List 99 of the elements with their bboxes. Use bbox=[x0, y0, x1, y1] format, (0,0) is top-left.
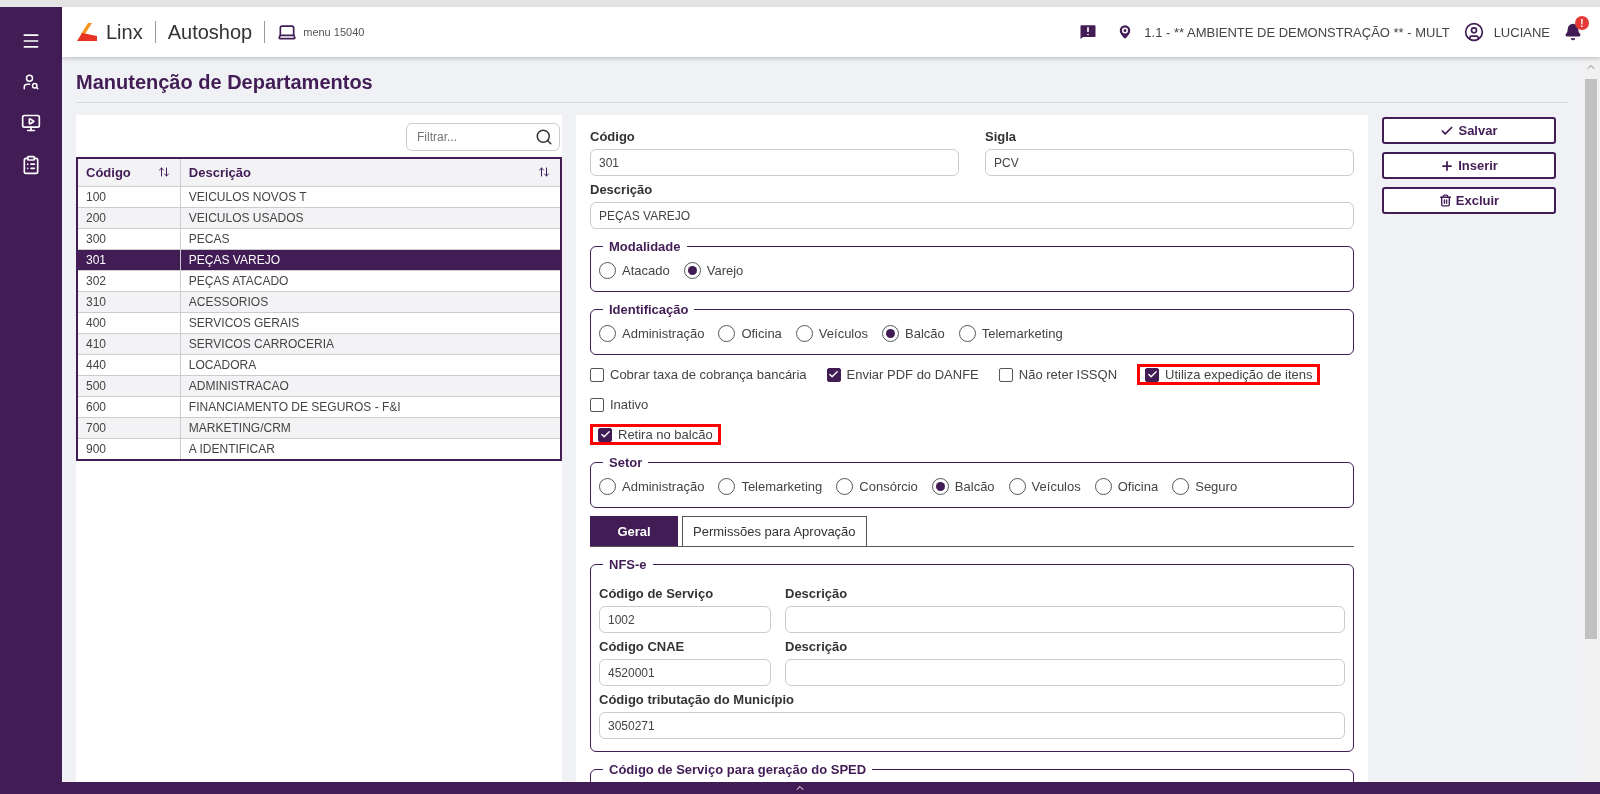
column-header[interactable]: Descrição bbox=[180, 158, 561, 187]
table-cell: 301 bbox=[77, 249, 181, 271]
table-row[interactable]: 500 ADMINISTRACAO bbox=[77, 375, 561, 397]
field-label: Código CNAE bbox=[599, 639, 686, 654]
table-cell: 310 bbox=[77, 291, 181, 313]
radio-option[interactable]: Oficina bbox=[718, 325, 782, 342]
scroll-thumb[interactable] bbox=[1585, 79, 1597, 639]
checkbox[interactable] bbox=[826, 367, 841, 382]
radio-option[interactable]: Atacado bbox=[599, 262, 670, 279]
group-legend: Código de Serviço para geração do SPED bbox=[603, 762, 873, 777]
checkbox[interactable] bbox=[590, 397, 604, 412]
radio-option[interactable]: Telemarketing bbox=[718, 478, 823, 495]
checkbox[interactable] bbox=[998, 367, 1013, 382]
checkbox-option[interactable]: Enviar PDF do DANFE bbox=[826, 364, 987, 385]
group-legend: Modalidade bbox=[603, 239, 687, 254]
checkbox-option[interactable]: Inativo bbox=[590, 394, 657, 415]
menu-code: menu 15040 bbox=[303, 26, 365, 38]
table-row[interactable]: 302 PEÇAS ATACADO bbox=[77, 270, 561, 292]
feedback-icon[interactable] bbox=[1078, 22, 1099, 42]
trash-icon bbox=[1438, 194, 1452, 207]
table-cell: 440 bbox=[77, 354, 181, 376]
radio-option[interactable]: Administração bbox=[599, 478, 705, 495]
radio-option[interactable]: Veículos bbox=[1008, 478, 1081, 495]
save-button[interactable]: Salvar bbox=[1382, 117, 1556, 144]
table-cell: 700 bbox=[77, 417, 181, 439]
input-field[interactable]: 301 bbox=[590, 149, 959, 176]
plus-icon bbox=[1440, 158, 1455, 173]
sort-icon[interactable] bbox=[157, 166, 170, 178]
input-field[interactable] bbox=[785, 606, 1345, 633]
field-label: Descrição bbox=[785, 586, 849, 601]
checkbox[interactable] bbox=[590, 367, 604, 382]
tab[interactable]: Geral bbox=[590, 516, 678, 546]
user-name: LUCIANE bbox=[1493, 24, 1550, 40]
radio-option[interactable]: Consórcio bbox=[836, 478, 918, 495]
environment-name: 1.1 - ** AMBIENTE DE DEMONSTRAÇÃO ** - MULT bbox=[1144, 24, 1450, 40]
product-name: Autoshop bbox=[167, 20, 253, 44]
table-row[interactable]: 410 SERVICOS CARROCERIA bbox=[77, 333, 561, 355]
field-label: Código bbox=[590, 129, 636, 144]
column-header[interactable]: Código bbox=[77, 158, 181, 187]
input-field[interactable]: PCV bbox=[985, 149, 1354, 176]
checkbox[interactable] bbox=[598, 427, 612, 442]
radio-option[interactable]: Seguro bbox=[1172, 478, 1238, 495]
checkbox[interactable] bbox=[1145, 367, 1160, 382]
input-field[interactable]: 4520001 bbox=[599, 659, 771, 686]
sort-icon[interactable] bbox=[538, 166, 550, 178]
tab[interactable]: Permissões para Aprovação bbox=[682, 516, 867, 546]
table-row[interactable]: 200 VEICULOS USADOS bbox=[77, 207, 561, 229]
group-legend: Setor bbox=[603, 455, 649, 470]
table-row[interactable]: 300 PECAS bbox=[77, 228, 561, 250]
input-field[interactable] bbox=[785, 659, 1345, 686]
highlighted-checkbox-option[interactable]: Utiliza expedição de itens bbox=[1137, 364, 1321, 385]
logo-icon bbox=[76, 22, 98, 42]
table-cell: 200 bbox=[77, 207, 181, 229]
field-label: Código tributação do Município bbox=[599, 692, 795, 707]
radio-option[interactable]: Balcão bbox=[882, 325, 945, 342]
table-cell: 500 bbox=[77, 375, 181, 397]
notification-bell-icon[interactable] bbox=[1564, 23, 1582, 41]
table-row[interactable]: 301 PEÇAS VAREJO bbox=[77, 249, 561, 271]
table-cell: 600 bbox=[77, 396, 181, 418]
checkbox-option[interactable]: Cobrar taxa de cobrança bancária bbox=[590, 364, 815, 385]
radio-option[interactable]: Veículos bbox=[795, 325, 868, 342]
filter-box[interactable]: Filtrar... bbox=[406, 123, 560, 151]
radio-option[interactable]: Administração bbox=[599, 325, 705, 342]
insert-button[interactable]: Inserir bbox=[1382, 152, 1556, 179]
radio-option[interactable]: Balcão bbox=[931, 478, 995, 495]
table-cell: 410 bbox=[77, 333, 181, 355]
table-row[interactable]: 400 SERVICOS GERAIS bbox=[77, 312, 561, 334]
search-icon[interactable] bbox=[535, 128, 553, 146]
table-cell: 100 bbox=[77, 186, 181, 208]
table-row[interactable]: 310 ACESSORIOS bbox=[77, 291, 561, 313]
field-label: Código de Serviço bbox=[599, 586, 715, 601]
input-field[interactable]: PEÇAS VAREJO bbox=[590, 202, 1354, 229]
radio-option[interactable]: Oficina bbox=[1094, 478, 1159, 495]
table-cell: 302 bbox=[77, 270, 181, 292]
laptop-icon bbox=[277, 22, 298, 42]
highlighted-checkbox-option[interactable]: Retira no balcão bbox=[590, 424, 721, 445]
group-legend: NFS-e bbox=[603, 557, 653, 572]
brand-name: Linx bbox=[106, 20, 143, 44]
checkbox-option[interactable]: Não reter ISSQN bbox=[998, 364, 1126, 385]
user-avatar-icon[interactable] bbox=[1463, 22, 1484, 42]
field-label: Sigla bbox=[985, 129, 1018, 144]
table-cell: 300 bbox=[77, 228, 181, 250]
field-label: Descrição bbox=[785, 639, 849, 654]
page-title: Manutenção de Departamentos bbox=[76, 71, 374, 94]
table-row[interactable]: 600 FINANCIAMENTO DE SEGUROS - F&I bbox=[77, 396, 561, 418]
table-row[interactable]: 100 VEICULOS NOVOS T bbox=[77, 186, 561, 208]
radio-option[interactable]: Varejo bbox=[683, 262, 744, 279]
input-field[interactable]: 3050271 bbox=[599, 712, 1345, 739]
group-legend: Identificação bbox=[603, 302, 695, 317]
delete-button[interactable]: Excluir bbox=[1382, 187, 1556, 214]
notification-badge: ! bbox=[1575, 16, 1589, 30]
table-row[interactable]: 440 LOCADORA bbox=[77, 354, 561, 376]
table-cell: 400 bbox=[77, 312, 181, 334]
input-field[interactable]: 1002 bbox=[599, 606, 771, 633]
table-row[interactable]: 700 MARKETING/CRM bbox=[77, 417, 561, 439]
field-label: Descrição bbox=[590, 182, 654, 197]
scrollbar[interactable] bbox=[1582, 57, 1600, 782]
radio-option[interactable]: Telemarketing bbox=[958, 325, 1063, 342]
table-row[interactable]: 900 A IDENTIFICAR bbox=[77, 438, 561, 460]
